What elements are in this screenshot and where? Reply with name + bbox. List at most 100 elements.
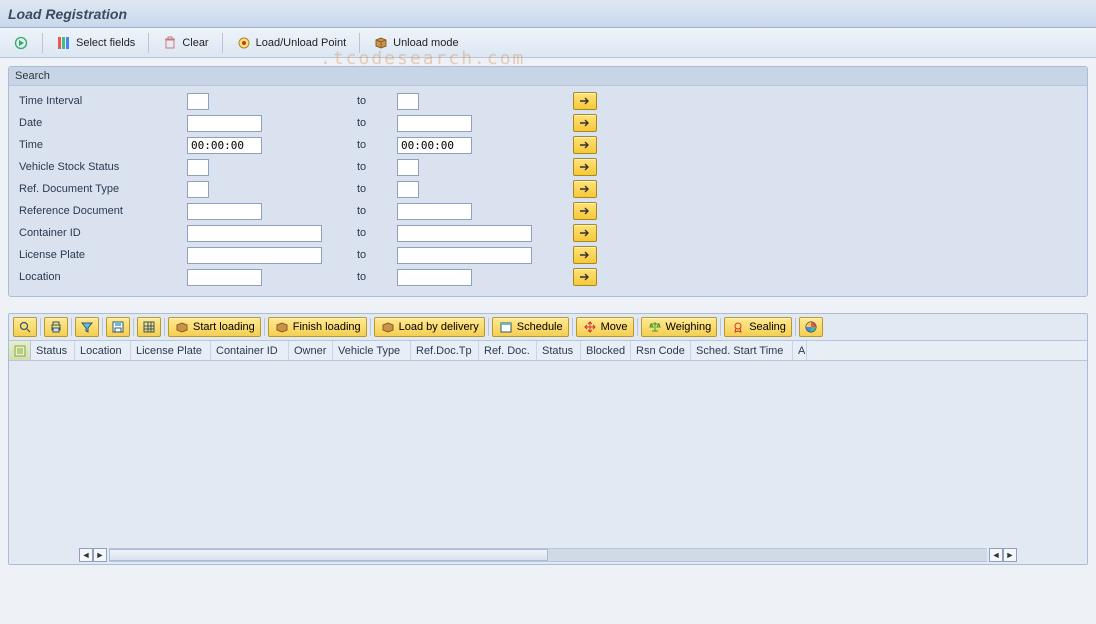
to-input[interactable] (397, 137, 472, 154)
multiple-selection-button[interactable] (573, 114, 597, 132)
button-label: Move (601, 321, 628, 333)
filter-button[interactable] (75, 317, 99, 337)
grid-panel: Start loading Finish loading Load by del… (8, 313, 1088, 565)
search-row: Reference Document to (17, 200, 1079, 222)
clear-button[interactable]: Clear (155, 32, 215, 54)
seal-icon (730, 319, 746, 335)
start-loading-button[interactable]: Start loading (168, 317, 261, 337)
grid-toolbar: Start loading Finish loading Load by del… (9, 314, 1087, 341)
column-header[interactable]: Status (31, 341, 75, 360)
save-layout-button[interactable] (106, 317, 130, 337)
multiple-selection-button[interactable] (573, 180, 597, 198)
multiple-selection-button[interactable] (573, 246, 597, 264)
to-input[interactable] (397, 93, 419, 110)
scroll-right-arrow-2[interactable]: ► (1003, 548, 1017, 562)
search-row: License Plateto (17, 244, 1079, 266)
search-panel-body: Time IntervaltoDatetoTimetoVehicle Stock… (9, 86, 1087, 296)
scroll-thumb[interactable] (109, 549, 548, 561)
layout-button[interactable] (137, 317, 161, 337)
weighing-button[interactable]: Weighing (641, 317, 718, 337)
execute-button[interactable] (6, 32, 36, 54)
to-label: to (357, 117, 397, 129)
box-arrow-icon (174, 319, 190, 335)
from-input[interactable] (187, 247, 322, 264)
button-label: Weighing (666, 321, 712, 333)
from-input[interactable] (187, 93, 209, 110)
app-toolbar: Select fields Clear Load/Unload Point Un… (0, 28, 1096, 58)
load-unload-point-button[interactable]: Load/Unload Point (229, 32, 354, 54)
to-input[interactable] (397, 115, 472, 132)
field-label: Reference Document (17, 205, 187, 217)
sep (637, 318, 638, 336)
execute-icon (13, 35, 29, 51)
finish-loading-button[interactable]: Finish loading (268, 317, 367, 337)
load-by-delivery-button[interactable]: Load by delivery (374, 317, 485, 337)
multiple-selection-button[interactable] (573, 268, 597, 286)
arrow-right-icon (579, 140, 591, 150)
search-panel-header: Search (9, 67, 1087, 86)
select-fields-label: Select fields (76, 37, 135, 49)
to-input[interactable] (397, 203, 472, 220)
column-header[interactable]: Rsn Code (631, 341, 691, 360)
column-header[interactable]: Ref.Doc.Tp (411, 341, 479, 360)
to-label: to (357, 161, 397, 173)
scroll-track[interactable] (109, 548, 987, 562)
clear-label: Clear (182, 37, 208, 49)
column-header[interactable]: Ref. Doc. (479, 341, 537, 360)
schedule-button[interactable]: Schedule (492, 317, 569, 337)
field-label: Time Interval (17, 95, 187, 107)
sep (572, 318, 573, 336)
column-header[interactable]: Blocked (581, 341, 631, 360)
from-input[interactable] (187, 115, 262, 132)
scroll-left-arrow[interactable]: ◄ (79, 548, 93, 562)
multiple-selection-button[interactable] (573, 158, 597, 176)
field-label: Location (17, 271, 187, 283)
multiple-selection-button[interactable] (573, 92, 597, 110)
details-button[interactable] (13, 317, 37, 337)
multiple-selection-button[interactable] (573, 224, 597, 242)
scroll-right-arrow[interactable]: ► (93, 548, 107, 562)
from-input[interactable] (187, 269, 262, 286)
search-row: Location to (17, 266, 1079, 288)
column-header[interactable]: Vehicle Type (333, 341, 411, 360)
to-input[interactable] (397, 247, 532, 264)
column-header[interactable]: Owner (289, 341, 333, 360)
move-icon (582, 319, 598, 335)
from-input[interactable] (187, 203, 262, 220)
to-input[interactable] (397, 269, 472, 286)
color-legend-button[interactable] (799, 317, 823, 337)
title-bar: Load Registration (0, 0, 1096, 28)
from-input[interactable] (187, 181, 209, 198)
to-input[interactable] (397, 225, 532, 242)
field-label: Ref. Document Type (17, 183, 187, 195)
column-header[interactable]: A (793, 341, 807, 360)
to-label: to (357, 205, 397, 217)
to-label: to (357, 271, 397, 283)
sealing-button[interactable]: Sealing (724, 317, 792, 337)
to-input[interactable] (397, 159, 419, 176)
column-header[interactable]: Location (75, 341, 131, 360)
from-input[interactable] (187, 137, 262, 154)
search-row: Ref. Document Typeto (17, 178, 1079, 200)
color-wheel-icon (803, 319, 819, 335)
field-label: Time (17, 139, 187, 151)
scroll-left-arrow-2[interactable]: ◄ (989, 548, 1003, 562)
column-header[interactable]: Container ID (211, 341, 289, 360)
arrow-right-icon (579, 118, 591, 128)
select-fields-button[interactable]: Select fields (49, 32, 142, 54)
unload-mode-button[interactable]: Unload mode (366, 32, 465, 54)
select-all-column[interactable] (9, 341, 31, 360)
column-header[interactable]: Sched. Start Time (691, 341, 793, 360)
move-button[interactable]: Move (576, 317, 634, 337)
to-input[interactable] (397, 181, 419, 198)
multiple-selection-button[interactable] (573, 136, 597, 154)
print-button[interactable] (44, 317, 68, 337)
from-input[interactable] (187, 225, 322, 242)
button-label: Finish loading (293, 321, 361, 333)
multiple-selection-button[interactable] (573, 202, 597, 220)
column-header[interactable]: License Plate (131, 341, 211, 360)
from-input[interactable] (187, 159, 209, 176)
save-icon (110, 319, 126, 335)
column-header[interactable]: Status (537, 341, 581, 360)
sep (720, 318, 721, 336)
